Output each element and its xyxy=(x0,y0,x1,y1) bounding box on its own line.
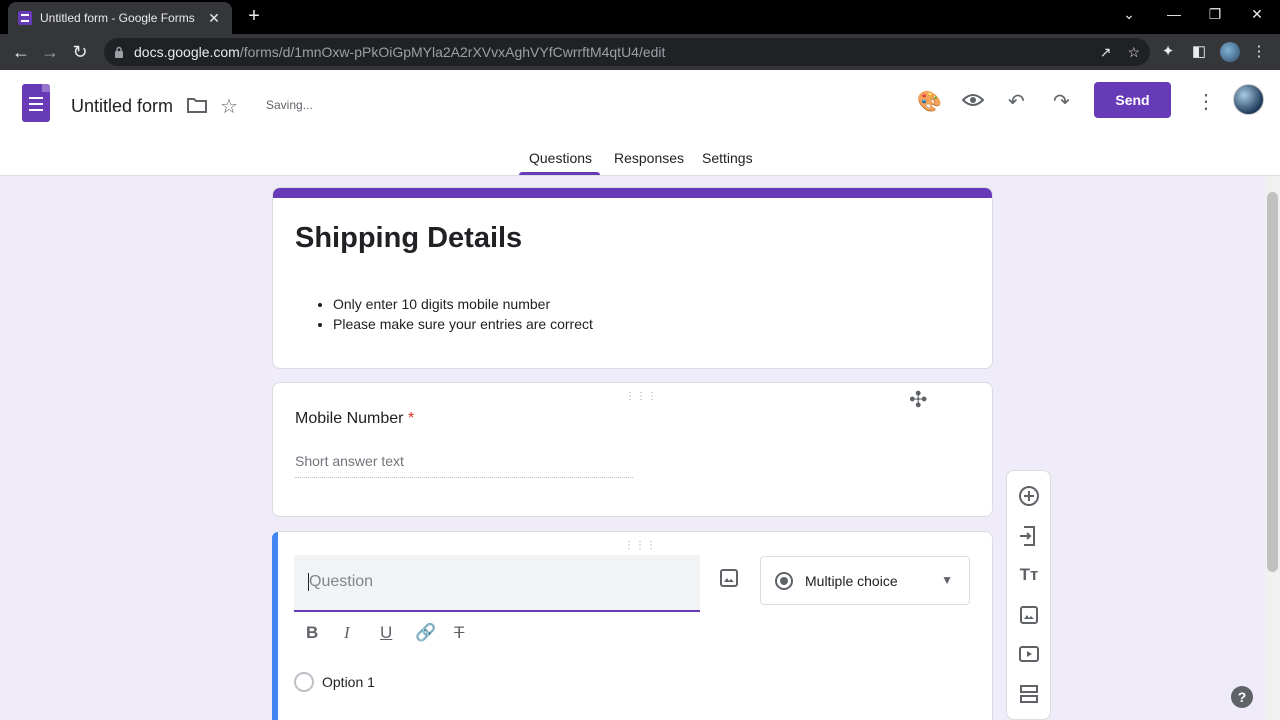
page-scrollbar[interactable] xyxy=(1265,176,1280,720)
star-icon[interactable]: ☆ xyxy=(220,94,238,119)
browser-tab-bar: Untitled form - Google Forms ✕ + ⌄ — ❐ ✕ xyxy=(0,0,1280,34)
dropdown-arrow-icon: ▼ xyxy=(941,573,953,587)
form-heading[interactable]: Shipping Details xyxy=(295,222,522,255)
google-forms-logo-icon[interactable] xyxy=(22,84,50,122)
drag-handle-icon[interactable]: ⋮⋮⋮ xyxy=(625,391,658,402)
send-button[interactable]: Send xyxy=(1094,82,1171,118)
browser-profile-avatar[interactable] xyxy=(1220,42,1240,62)
form-title-input[interactable]: Untitled form xyxy=(71,96,173,117)
question-title: Mobile Number xyxy=(295,410,404,427)
import-questions-icon[interactable] xyxy=(1018,525,1040,547)
reload-icon[interactable]: ↻ xyxy=(69,41,91,63)
underline-icon[interactable]: U xyxy=(380,623,392,643)
restore-icon[interactable]: ❐ xyxy=(1205,6,1225,23)
drag-handle-icon[interactable]: ⋮⋮⋮ xyxy=(624,540,657,551)
forward-icon[interactable]: → xyxy=(39,41,61,63)
side-panel-icon[interactable]: ◧ xyxy=(1189,42,1209,62)
share-icon[interactable]: ↗ xyxy=(1100,44,1112,61)
option-row[interactable]: Option 1 xyxy=(294,672,375,692)
active-card-indicator xyxy=(272,532,278,720)
question-title-input[interactable]: Question xyxy=(294,555,700,612)
bookmark-star-icon[interactable]: ☆ xyxy=(1127,44,1140,61)
add-title-description-icon[interactable]: Тт xyxy=(1018,564,1040,586)
question-label: Mobile Number * xyxy=(295,410,414,428)
address-bar[interactable]: docs.google.com/forms/d/1mnOxw-pPkOiGpMY… xyxy=(104,38,1150,66)
option-label[interactable]: Option 1 xyxy=(322,674,375,690)
browser-toolbar: ← → ↻ docs.google.com/forms/d/1mnOxw-pPk… xyxy=(0,34,1280,70)
multiple-choice-icon xyxy=(775,571,793,590)
form-title-card[interactable]: Shipping Details Only enter 10 digits mo… xyxy=(272,187,993,369)
tab-responses[interactable]: Responses xyxy=(614,150,684,166)
back-icon[interactable]: ← xyxy=(10,41,32,63)
add-section-icon[interactable] xyxy=(1018,683,1040,705)
question-card-editing[interactable]: ⋮⋮⋮ Question Multiple choice ▼ B I U 🔗 T… xyxy=(272,531,993,720)
clear-formatting-icon[interactable]: T xyxy=(454,623,464,643)
link-icon[interactable]: 🔗 xyxy=(415,623,436,643)
short-answer-placeholder: Short answer text xyxy=(295,453,633,478)
add-question-icon[interactable] xyxy=(1018,485,1040,507)
saving-status: Saving... xyxy=(266,98,313,112)
url-host: docs.google.com xyxy=(134,44,240,60)
description-item: Please make sure your entries are correc… xyxy=(333,314,593,334)
add-video-icon[interactable] xyxy=(1018,643,1040,665)
question-card-mobile-number[interactable]: ⋮⋮⋮ Mobile Number * Short answer text ✣ xyxy=(272,382,993,517)
folder-icon[interactable] xyxy=(186,96,208,114)
extensions-puzzle-icon[interactable]: ✦ xyxy=(1158,42,1178,62)
tab-questions[interactable]: Questions xyxy=(529,150,592,166)
bold-icon[interactable]: B xyxy=(306,623,318,643)
browser-tab[interactable]: Untitled form - Google Forms ✕ xyxy=(8,2,232,34)
theme-color-bar xyxy=(273,188,992,198)
question-type-label: Multiple choice xyxy=(805,572,898,589)
active-tab-indicator xyxy=(519,172,600,175)
minimize-icon[interactable]: — xyxy=(1164,6,1184,22)
add-image-icon[interactable] xyxy=(720,569,738,587)
description-item: Only enter 10 digits mobile number xyxy=(333,294,593,314)
italic-icon[interactable]: I xyxy=(344,623,350,643)
add-image-icon[interactable] xyxy=(1018,604,1040,626)
floating-toolbar: Тт xyxy=(1006,470,1051,720)
move-cursor-icon: ✣ xyxy=(909,387,928,412)
forms-header: Untitled form ☆ Saving... 🎨 ↶ ↷ Send ⋮ Q… xyxy=(0,70,1280,176)
browser-tab-title: Untitled form - Google Forms xyxy=(40,11,195,25)
form-tabs: Questions Responses Settings xyxy=(0,148,1280,176)
tab-search-icon[interactable]: ⌄ xyxy=(1119,6,1139,23)
help-icon[interactable]: ? xyxy=(1231,686,1253,708)
google-forms-favicon-icon xyxy=(18,11,32,25)
undo-icon[interactable]: ↶ xyxy=(1008,89,1025,114)
close-tab-icon[interactable]: ✕ xyxy=(206,10,222,27)
radio-option-icon xyxy=(294,672,314,692)
redo-icon[interactable]: ↷ xyxy=(1053,89,1070,114)
question-type-dropdown[interactable]: Multiple choice ▼ xyxy=(760,556,970,605)
lock-icon xyxy=(115,46,123,58)
scrollbar-thumb[interactable] xyxy=(1267,192,1278,572)
preview-eye-icon[interactable] xyxy=(962,92,984,108)
tab-settings[interactable]: Settings xyxy=(702,150,753,166)
question-placeholder: Question xyxy=(309,573,374,591)
url-path: /forms/d/1mnOxw-pPkOiGpMYla2A2rXVvxAghVY… xyxy=(239,44,666,60)
more-options-icon[interactable]: ⋮ xyxy=(1196,89,1216,114)
required-asterisk: * xyxy=(407,410,415,427)
form-description[interactable]: Only enter 10 digits mobile number Pleas… xyxy=(333,294,593,334)
close-window-icon[interactable]: ✕ xyxy=(1247,6,1267,23)
customize-theme-palette-icon[interactable]: 🎨 xyxy=(917,89,942,114)
account-avatar[interactable] xyxy=(1233,84,1264,115)
browser-menu-icon[interactable]: ⋮ xyxy=(1249,42,1269,62)
new-tab-button[interactable]: + xyxy=(244,6,264,26)
